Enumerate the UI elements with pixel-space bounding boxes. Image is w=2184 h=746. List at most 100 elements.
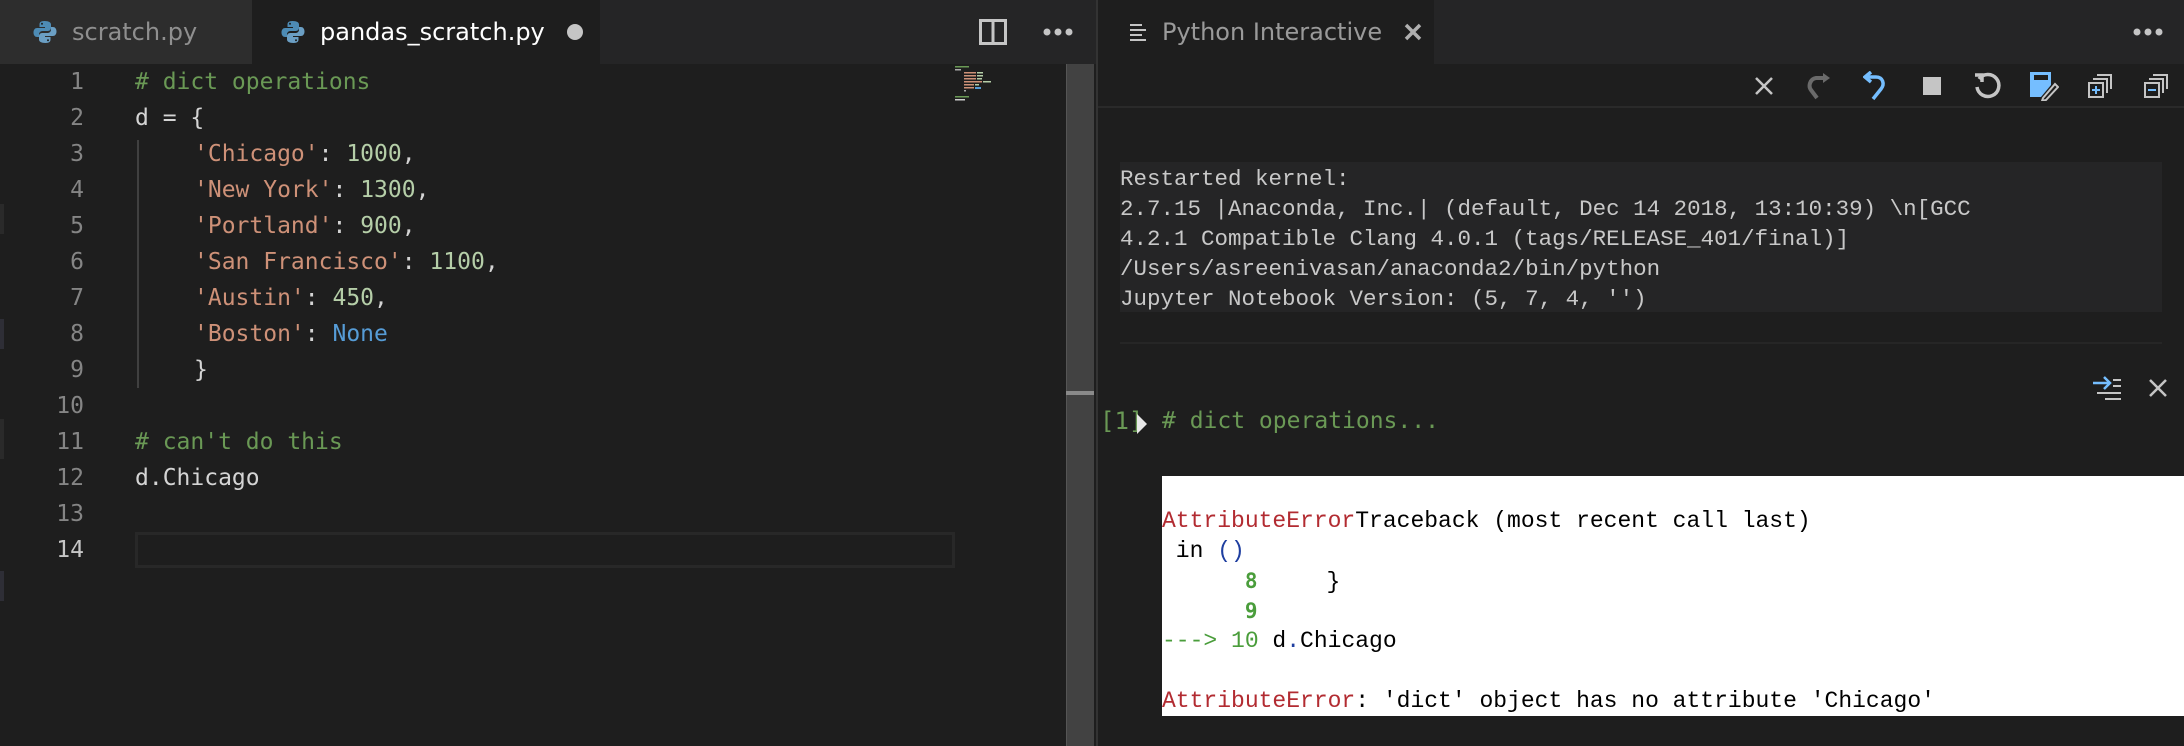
output-line: AttributeError: 'dict' object has no att… xyxy=(1162,686,2184,716)
code-line[interactable]: 3 'Chicago': 1000, xyxy=(0,136,960,172)
restart-kernel-button[interactable] xyxy=(1972,70,2004,102)
code-line[interactable]: 10 xyxy=(0,388,960,424)
more-icon xyxy=(2133,28,2163,36)
punct: : xyxy=(401,249,430,275)
cell-error-output: AttributeError Traceback (most recent cal… xyxy=(1162,476,2184,716)
line-number: 1 xyxy=(70,69,84,95)
code-line[interactable]: 8 'Boston': None xyxy=(0,316,960,352)
undo-button[interactable] xyxy=(1860,70,1892,102)
stop-icon xyxy=(1923,77,1941,95)
dict-key: 'Boston' xyxy=(194,321,305,347)
python-icon xyxy=(281,21,305,43)
code-text: # can't do this xyxy=(135,429,343,455)
kernel-info-line: Restarted kernel: xyxy=(1120,166,1350,192)
punct: , xyxy=(401,213,416,239)
line-number: 4 xyxy=(70,177,84,203)
editor-tab-bar: scratch.py pandas_scratch.py xyxy=(0,0,1096,64)
dict-value: 1300 xyxy=(360,177,416,203)
punct: : xyxy=(332,177,361,203)
minimap[interactable] xyxy=(953,64,1011,116)
close-icon xyxy=(2149,379,2167,397)
output-line: AttributeErrorTraceback (most recent cal… xyxy=(1162,506,2184,536)
code-line[interactable]: 7 'Austin': 450, xyxy=(0,280,960,316)
code-line[interactable]: 1 # dict operations xyxy=(0,64,960,100)
delete-cell-button[interactable] xyxy=(2142,372,2174,404)
collapse-all-button[interactable] xyxy=(2140,70,2172,102)
line-number: 14 xyxy=(56,537,84,563)
code-line[interactable]: 11 # can't do this xyxy=(0,424,960,460)
code-text: d = { xyxy=(135,105,205,131)
python-interactive-pane: Python Interactive Restarted kernel: 2.7… xyxy=(1096,0,2184,746)
python-icon xyxy=(33,21,57,43)
unsaved-dot-icon[interactable] xyxy=(566,24,583,40)
punct: , xyxy=(401,141,416,167)
collapse-all-icon xyxy=(2144,74,2168,98)
output-line: in () xyxy=(1162,536,2184,566)
error-type: AttributeError xyxy=(1162,688,1356,714)
line-number: 9 xyxy=(70,357,84,383)
output-line: 8 } xyxy=(1162,566,2184,596)
editor-scrollbar[interactable] xyxy=(1066,64,1094,746)
cell-separator xyxy=(1120,342,2162,344)
code-line[interactable]: 6 'San Francisco': 1100, xyxy=(0,244,960,280)
code-line[interactable]: 9 } xyxy=(0,352,960,388)
output-text: Traceback (most recent call last) xyxy=(1355,508,1811,534)
dict-value: 1100 xyxy=(429,249,485,275)
redo-icon xyxy=(1807,73,1830,100)
tab-python-interactive[interactable]: Python Interactive xyxy=(1098,0,1434,64)
dict-key: 'San Francisco' xyxy=(194,249,402,275)
dict-value: 900 xyxy=(360,213,402,239)
punct: : xyxy=(332,213,361,239)
punct: : xyxy=(304,285,333,311)
interrupt-kernel-button[interactable] xyxy=(1916,70,1948,102)
redo-button[interactable] xyxy=(1804,70,1836,102)
split-editor-button[interactable] xyxy=(978,18,1008,46)
kernel-info-line: Jupyter Notebook Version: (5, 7, 4, '') xyxy=(1120,286,1647,312)
line-number: 6 xyxy=(70,249,84,275)
dict-key: 'Chicago' xyxy=(194,141,319,167)
cell-toolbar xyxy=(1098,372,2184,402)
output-text: } xyxy=(1257,569,1341,595)
tab-pandas-scratch-py[interactable]: pandas_scratch.py xyxy=(252,0,600,64)
output-text: d xyxy=(1258,628,1287,654)
code-text: } xyxy=(194,357,208,383)
code-line-active[interactable]: 14 xyxy=(0,532,960,568)
output-text: . xyxy=(1286,628,1301,654)
tab-scratch-py[interactable]: scratch.py xyxy=(0,0,252,64)
lines-icon xyxy=(1130,24,1146,41)
save-as-notebook-button[interactable] xyxy=(2028,70,2060,102)
output-text: in xyxy=(1162,538,1218,564)
goto-code-icon xyxy=(2093,376,2121,400)
code-line[interactable]: 5 'Portland': 900, xyxy=(0,208,960,244)
line-number: 2 xyxy=(70,105,84,131)
code-line[interactable]: 12 d.Chicago xyxy=(0,460,960,496)
gutter-marker xyxy=(0,571,4,601)
goto-code-button[interactable] xyxy=(2092,372,2124,404)
punct: , xyxy=(415,177,430,203)
dict-key: 'Austin' xyxy=(194,285,305,311)
interactive-tab-bar: Python Interactive xyxy=(1098,0,2184,64)
output-text: Chicago xyxy=(1300,628,1397,654)
line-number: 5 xyxy=(70,213,84,239)
clear-all-button[interactable] xyxy=(1748,70,1780,102)
more-icon xyxy=(1043,28,1073,36)
code-line[interactable]: 13 xyxy=(0,496,960,532)
expand-all-icon xyxy=(2088,74,2112,98)
code-text: d.Chicago xyxy=(135,465,260,491)
punct: , xyxy=(484,249,499,275)
code-line[interactable]: 4 'New York': 1300, xyxy=(0,172,960,208)
code-line[interactable]: 2 d = { xyxy=(0,100,960,136)
trace-line-number: 9 xyxy=(1244,599,1258,623)
interactive-toolbar xyxy=(1098,64,2184,108)
dict-key: 'Portland' xyxy=(194,213,333,239)
cell-input-code[interactable]: # dict operations... xyxy=(1162,408,1439,434)
close-icon[interactable] xyxy=(1404,23,1422,41)
code-text: 'Portland': 900, xyxy=(194,213,416,239)
more-actions-button[interactable] xyxy=(1040,18,1076,46)
expand-cell-icon[interactable] xyxy=(1136,414,1148,434)
kernel-info-line: 4.2.1 Compatible Clang 4.0.1 (tags/RELEA… xyxy=(1120,226,1850,252)
code-text: 'Boston': None xyxy=(194,321,388,347)
expand-all-button[interactable] xyxy=(2084,70,2116,102)
more-actions-button[interactable] xyxy=(2130,18,2166,46)
dict-key: 'New York' xyxy=(194,177,333,203)
